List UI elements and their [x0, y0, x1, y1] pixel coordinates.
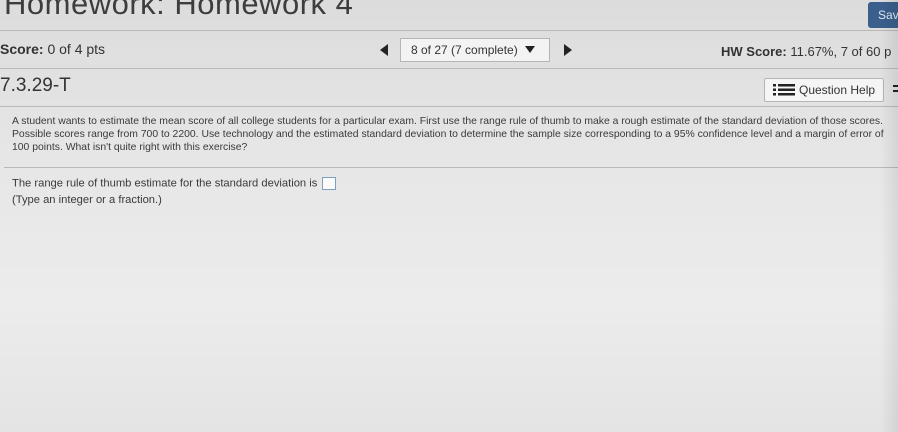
triangle-left-icon: [380, 44, 388, 56]
question-text: A student wants to estimate the mean sco…: [12, 116, 884, 153]
question-id-area: [92, 80, 282, 98]
question-navigator-dropdown[interactable]: 8 of 27 (7 complete): [400, 38, 550, 62]
question-navigator-text: 8 of 27 (7 complete): [411, 43, 518, 57]
hw-score-label: HW Score:: [721, 44, 787, 59]
answer-prompt-text: The range rule of thumb estimate for the…: [12, 177, 318, 190]
list-icon: [773, 84, 795, 96]
hw-score-value: 11.67%, 7 of 60 p: [790, 44, 892, 59]
score-display: Score: 0 of 4 pts: [0, 41, 105, 57]
question-help-button[interactable]: Question Help: [764, 78, 884, 102]
answer-prompt: The range rule of thumb estimate for the…: [12, 177, 337, 190]
next-question-button[interactable]: [556, 39, 580, 61]
score-value: 0 of 4 pts: [47, 41, 106, 57]
score-label: Score:: [0, 41, 44, 57]
question-help-label: Question Help: [799, 83, 876, 97]
page-title: Homework: Homework 4: [4, 0, 354, 21]
answer-input[interactable]: [322, 177, 337, 190]
screen-edge-shadow: [880, 0, 898, 432]
answer-hint: (Type an integer or a fraction.): [12, 194, 162, 206]
previous-question-button[interactable]: [372, 39, 396, 61]
divider: [0, 30, 898, 31]
hw-score-display: HW Score: 11.67%, 7 of 60 p: [721, 44, 891, 59]
divider: [4, 167, 898, 168]
triangle-right-icon: [564, 44, 572, 56]
caret-down-icon: [525, 40, 536, 62]
divider: [0, 106, 898, 107]
question-id: 7.3.29-T: [0, 75, 71, 96]
divider: [0, 68, 898, 69]
